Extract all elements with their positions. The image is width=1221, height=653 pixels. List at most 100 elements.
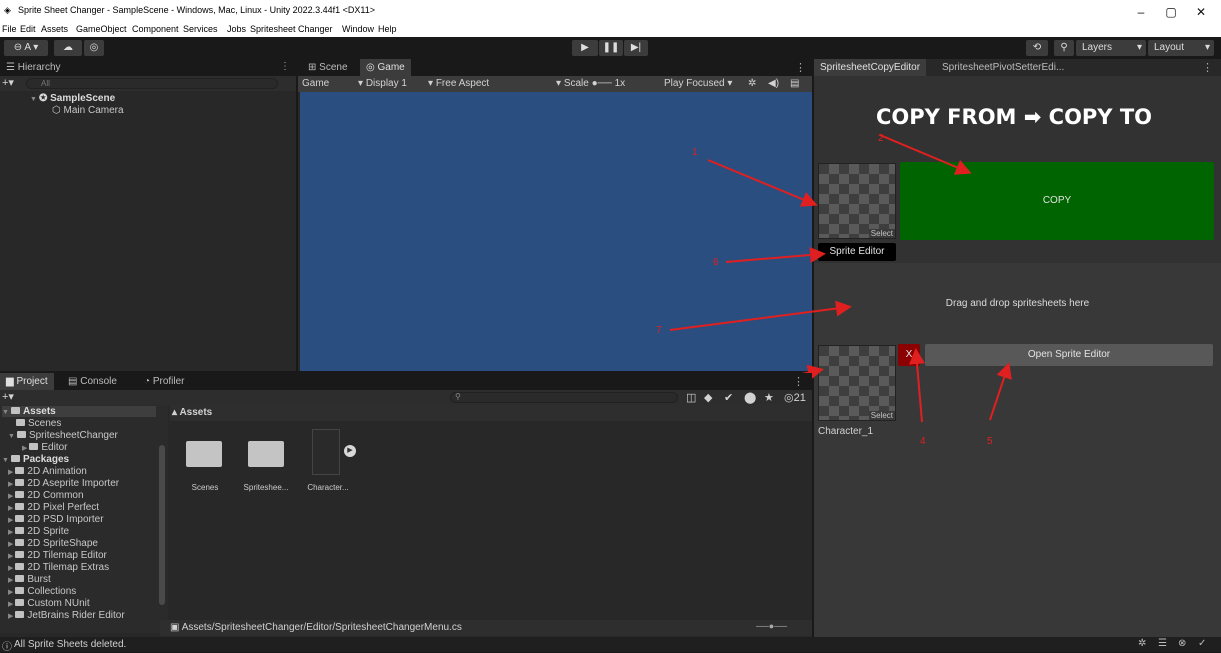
tree-item-assets[interactable]: ▼ Assets xyxy=(2,406,156,417)
remove-button[interactable]: X xyxy=(898,344,920,366)
tab-game[interactable]: ◎ Game xyxy=(360,59,411,76)
open-sprite-editor-button[interactable]: Open Sprite Editor xyxy=(925,344,1213,366)
menu-spritesheet-changer[interactable]: Spritesheet Changer xyxy=(250,24,333,34)
layout-dropdown[interactable]: Layout ▾ xyxy=(1148,40,1214,56)
play-button[interactable]: ▶ xyxy=(572,40,598,56)
folder-icon xyxy=(16,431,26,438)
tree-scrollbar[interactable] xyxy=(159,445,165,605)
close-button[interactable]: ✕ xyxy=(1186,2,1216,22)
tab-hierarchy[interactable]: ☰ Hierarchy xyxy=(0,59,67,76)
tree-item-package[interactable]: ▶ 2D Sprite xyxy=(8,526,69,537)
history-button[interactable]: ⟲ xyxy=(1026,40,1048,56)
cloud-button[interactable]: ☁ xyxy=(54,40,82,56)
hierarchy-item-main-camera[interactable]: ⬡ Main Camera xyxy=(52,105,124,116)
tree-item-package[interactable]: ▶ 2D PSD Importer xyxy=(8,514,104,525)
menu-file[interactable]: File xyxy=(2,24,17,34)
scale-slider[interactable]: ▾ Scale ●── 1x xyxy=(556,78,625,89)
maximize-button[interactable]: ▢ xyxy=(1156,2,1186,22)
tree-item-editor[interactable]: ▶ Editor xyxy=(22,442,68,453)
menu-edit[interactable]: Edit xyxy=(20,24,36,34)
game-view[interactable] xyxy=(300,92,812,371)
tree-item-package[interactable]: ▶ Collections xyxy=(8,586,76,597)
menu-jobs[interactable]: Jobs xyxy=(227,24,246,34)
tab-copy-editor[interactable]: SpritesheetCopyEditor xyxy=(814,59,927,76)
bug-icon[interactable]: ✲ xyxy=(748,78,756,89)
target-sprite-field[interactable]: Select xyxy=(818,345,896,421)
search-button[interactable]: ⚲ xyxy=(1054,40,1074,56)
game-mode-dropdown[interactable]: Game xyxy=(302,78,329,89)
folder-icon xyxy=(15,467,25,474)
warning-icon[interactable]: ⬤ xyxy=(744,391,756,404)
check-icon[interactable]: ✓ xyxy=(1198,638,1206,649)
panel-menu-icon[interactable]: ⋮ xyxy=(795,61,806,74)
drop-zone[interactable]: Drag and drop spritesheets here xyxy=(814,264,1221,340)
step-button[interactable]: ▶| xyxy=(624,40,648,56)
asset-spritesheetchanger[interactable] xyxy=(248,437,286,469)
tab-profiler[interactable]: ◔ Profiler xyxy=(138,373,191,390)
tree-item-package[interactable]: ▶ 2D Common xyxy=(8,490,84,501)
tree-item-package[interactable]: ▶ Custom NUnit xyxy=(8,598,90,609)
hierarchy-search-input[interactable]: All xyxy=(26,78,278,89)
pause-button[interactable]: ❚❚ xyxy=(599,40,623,56)
scene-item[interactable]: ▼ ✪ SampleScene xyxy=(30,93,115,104)
tree-item-package[interactable]: ▶ 2D SpriteShape xyxy=(8,538,98,549)
menu-window[interactable]: Window xyxy=(342,24,374,34)
menu-help[interactable]: Help xyxy=(378,24,397,34)
type-filter-icon[interactable]: ◆ xyxy=(704,391,712,404)
cache-icon[interactable]: ⊗ xyxy=(1178,638,1186,649)
audio-icon[interactable]: ◀) xyxy=(768,78,779,89)
add-button[interactable]: +▾ xyxy=(2,76,14,89)
menu-component[interactable]: Component xyxy=(132,24,179,34)
tree-item-spritesheetchanger[interactable]: ▼ SpritesheetChanger xyxy=(8,430,118,441)
source-sprite-field[interactable]: Select xyxy=(818,163,896,239)
tab-pivot-editor[interactable]: SpritesheetPivotSetterEdi... xyxy=(936,59,1070,76)
label-icon[interactable]: ✔ xyxy=(724,391,733,404)
panel-menu-icon[interactable]: ⋮ xyxy=(280,61,290,72)
breadcrumb-assets[interactable]: Assets xyxy=(179,407,212,418)
tree-item-packages[interactable]: ▼ Packages xyxy=(2,454,69,465)
create-button[interactable]: +▾ xyxy=(2,390,14,403)
tree-item-package[interactable]: ▶ 2D Pixel Perfect xyxy=(8,502,99,513)
play-focused-dropdown[interactable]: Play Focused ▾ xyxy=(664,78,732,89)
layers-dropdown[interactable]: Layers ▾ xyxy=(1076,40,1146,56)
tab-project[interactable]: ▆ Project xyxy=(0,373,54,390)
status-message[interactable]: All Sprite Sheets deleted. xyxy=(14,639,126,650)
zoom-slider[interactable]: ──●── xyxy=(756,621,787,631)
tab-scene[interactable]: ⊞ Scene xyxy=(302,59,354,76)
project-search-input[interactable]: ⚲ xyxy=(450,392,678,403)
folder-icon xyxy=(248,441,284,467)
star-icon[interactable]: ★ xyxy=(764,391,774,404)
display-dropdown[interactable]: ▾ Display 1 xyxy=(358,78,407,89)
account-dropdown[interactable]: ⊖ A ▾ xyxy=(4,40,48,56)
select-button[interactable]: Select xyxy=(868,229,895,238)
copy-button[interactable]: COPY xyxy=(900,162,1214,240)
tree-item-package[interactable]: ▶ 2D Tilemap Editor xyxy=(8,550,107,561)
asset-scenes[interactable] xyxy=(186,437,224,469)
folder-icon xyxy=(15,575,25,582)
menu-assets[interactable]: Assets xyxy=(41,24,68,34)
select-button[interactable]: Select xyxy=(868,411,895,420)
tree-item-package[interactable]: ▶ 2D Tilemap Extras xyxy=(8,562,109,573)
aspect-dropdown[interactable]: ▾ Free Aspect xyxy=(428,78,489,89)
menu-services[interactable]: Services xyxy=(183,24,218,34)
asset-character[interactable] xyxy=(312,429,340,475)
tree-item-package[interactable]: ▶ 2D Animation xyxy=(8,466,87,477)
tree-item-scenes[interactable]: Scenes xyxy=(16,418,61,429)
stats-icon[interactable]: ▤ xyxy=(790,78,799,89)
panel-menu-icon[interactable]: ⋮ xyxy=(1202,61,1213,74)
menu-gameobject[interactable]: GameObject xyxy=(76,24,127,34)
tree-item-package[interactable]: ▶ 2D Aseprite Importer xyxy=(8,478,119,489)
sprite-editor-button[interactable]: Sprite Editor xyxy=(818,243,896,261)
tree-item-package[interactable]: ▶ JetBrains Rider Editor xyxy=(8,610,125,621)
visibility-count[interactable]: ◎21 xyxy=(784,391,806,404)
tab-console[interactable]: ▤ Console xyxy=(62,373,123,390)
stack-icon[interactable]: ☰ xyxy=(1158,638,1167,649)
minimize-button[interactable]: – xyxy=(1126,2,1156,22)
tree-item-package[interactable]: ▶ Burst xyxy=(8,574,51,585)
collab-button[interactable]: ◎ xyxy=(84,40,104,56)
filter-icon[interactable]: ◫ xyxy=(686,391,696,404)
debug-icon[interactable]: ✲ xyxy=(1138,638,1146,649)
play-icon[interactable]: ▶ xyxy=(344,445,356,457)
panel-menu-icon[interactable]: ⋮ xyxy=(793,375,804,388)
unity-icon: ✪ xyxy=(38,93,51,104)
